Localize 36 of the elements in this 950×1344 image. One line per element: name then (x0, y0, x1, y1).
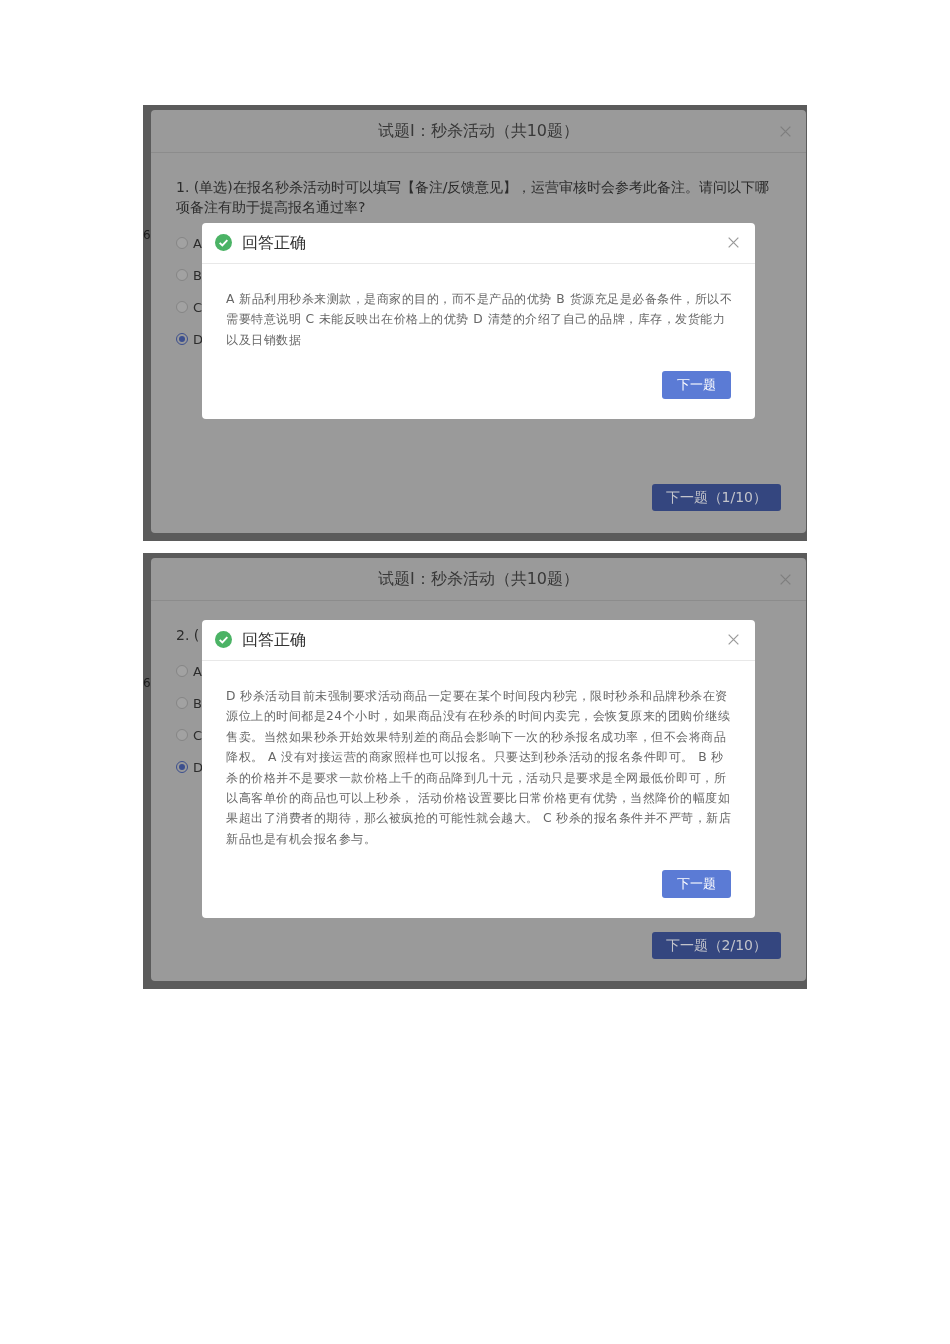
option-label: B (193, 267, 202, 283)
background-text: 6 (143, 676, 151, 690)
radio-button[interactable] (176, 333, 188, 345)
question-text: 1. (单选)在报名秒杀活动时可以填写【备注/反馈意见】，运营审核时会参考此备注。请问以下哪项备注有助于提高报名通过率? (176, 178, 771, 217)
radio-button[interactable] (176, 301, 188, 313)
option-label: B (193, 695, 202, 711)
close-icon[interactable] (780, 573, 791, 585)
background-text: 6 (143, 228, 151, 242)
dialog-title: 试题I：秒杀活动（共10题） (377, 568, 580, 590)
close-icon[interactable] (728, 634, 739, 646)
explanation-text: A 新品利用秒杀来测款，是商家的目的，而不是产品的优势 B 货源充足是必备条件，所以不需要特意说明 C 未能反映出在价格上的优势 D 清楚的介绍了自己的品牌，库存，发货能力以及日销数据 (226, 290, 734, 349)
option-label: C (193, 727, 203, 743)
next-question-button[interactable]: 下一题（2/10） (651, 932, 781, 959)
radio-button[interactable] (176, 665, 188, 677)
close-icon[interactable] (728, 237, 739, 249)
option-label: D (193, 759, 203, 775)
option-label: A (193, 235, 202, 251)
feedback-title: 回答正确 (242, 232, 306, 253)
next-question-button[interactable]: 下一题（1/10） (651, 484, 781, 511)
radio-button[interactable] (176, 697, 188, 709)
explanation-text: D 秒杀活动目前未强制要求活动商品一定要在某个时间段内秒完，限时秒杀和品牌秒杀在资源位上的时间都是24个小时，如果商品没有在秒杀的时间内卖完，会恢复原来的团购价继续售卖。当然如果秒杀开始效果特别差的商品会影响下一次的秒杀报名成功率，但不会将商品降权。 A 没有对接运营的商家照样也可以报名。只要达到秒杀活动的报名条件即可。 B 秒杀的价格并不是要求一款价格上千的商品降到几十元，活动只是要求是全网最低价即可，所以高客单价的商品也可以上秒杀， 活动价格设置要比日常价格更有优势，当然降价的幅度如果超出了消费者的期待，那么被疯抢的可能性就会越大。 C 秒杀的报名条件并不严苛，新店新品也是有机会报名参与。 (226, 687, 733, 848)
dialog-title: 试题I：秒杀活动（共10题） (377, 120, 580, 142)
option-label: D (193, 331, 203, 347)
option-label: C (193, 299, 203, 315)
radio-button[interactable] (176, 761, 188, 773)
radio-button[interactable] (176, 237, 188, 249)
option-label: A (193, 663, 202, 679)
check-circle-icon (215, 234, 232, 252)
feedback-title: 回答正确 (242, 629, 306, 650)
next-question-button[interactable]: 下一题 (662, 371, 731, 400)
check-circle-icon (215, 631, 232, 649)
close-icon[interactable] (780, 125, 791, 137)
radio-button[interactable] (176, 269, 188, 281)
question-text: 2. ( (176, 626, 200, 645)
next-question-button[interactable]: 下一题 (662, 870, 731, 899)
radio-button[interactable] (176, 729, 188, 741)
